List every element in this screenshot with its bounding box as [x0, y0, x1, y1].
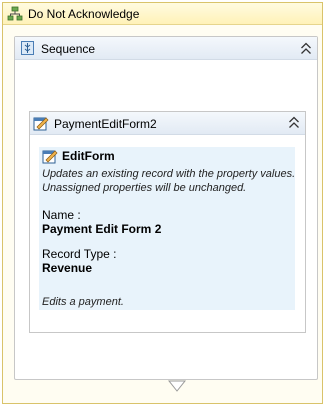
edit-form-icon [33, 117, 49, 131]
name-value: Payment Edit Form 2 [42, 222, 162, 236]
drop-target-arrow-icon[interactable] [168, 380, 186, 392]
activity-container-do-not-acknowledge[interactable]: Do Not Acknowledge Sequence PaymentEditF… [2, 2, 323, 404]
sequence-icon [21, 41, 34, 55]
name-label: Name : [42, 208, 81, 222]
record-type-label: Record Type : [42, 247, 117, 261]
outer-header[interactable]: Do Not Acknowledge [3, 3, 322, 25]
collapse-icon[interactable] [300, 42, 312, 56]
activity-type-title: EditForm [62, 149, 115, 163]
sequence-title: Sequence [41, 42, 96, 56]
payment-edit-form-activity[interactable]: PaymentEditForm2 EditForm Updates an exi… [29, 111, 306, 333]
sequence-header[interactable]: Sequence [15, 37, 317, 60]
record-type-value: Revenue [42, 261, 93, 275]
edit-form-icon [42, 150, 58, 164]
activity-title: PaymentEditForm2 [54, 117, 157, 131]
activity-header[interactable]: PaymentEditForm2 [30, 112, 305, 135]
activity-content: EditForm Updates an existing record with… [39, 147, 295, 310]
outer-title: Do Not Acknowledge [28, 7, 140, 21]
activity-footer: Edits a payment. [42, 296, 124, 308]
collapse-icon[interactable] [288, 116, 300, 130]
flowchart-icon [7, 6, 23, 21]
activity-description: Updates an existing record with the prop… [42, 168, 296, 194]
